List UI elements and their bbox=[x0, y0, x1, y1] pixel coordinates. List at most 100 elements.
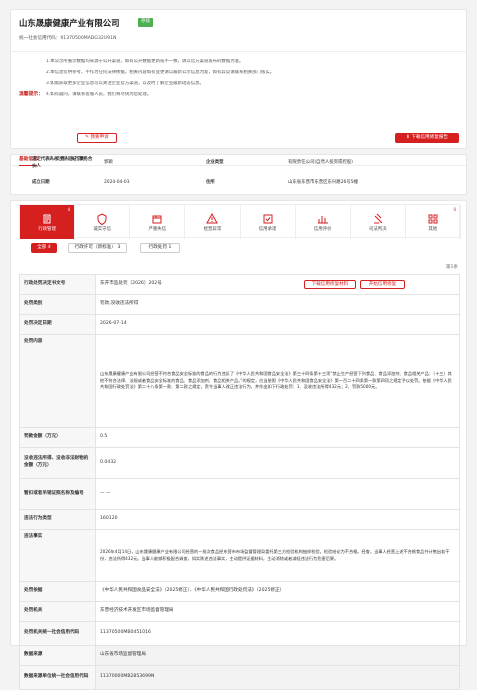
credit-code-value: 91370500MADG32U91N bbox=[60, 36, 117, 41]
abnormal-icon bbox=[206, 213, 219, 224]
company-type-label: 企业类型 bbox=[206, 160, 224, 166]
status-badge: 存续 bbox=[138, 18, 154, 27]
tab-label: 司法判决 bbox=[369, 227, 387, 232]
row-label: 处罚机关 bbox=[19, 601, 96, 622]
download-report-button[interactable]: ⬇ 下载信用修复报告 bbox=[395, 133, 459, 143]
tab-other[interactable]: 其他 0 bbox=[406, 205, 461, 239]
tab-commitment[interactable]: 信用承诺 bbox=[241, 205, 296, 239]
sub-tab-penalty-label: 行政处罚 bbox=[148, 245, 167, 250]
notice-line-2: 2.本信息仅供参考，不作为任何法律依据，相关内容如有变更请以最新公示信息为准，如… bbox=[46, 70, 275, 75]
row-value: 11370000MB2853699N bbox=[95, 665, 460, 690]
table-row: 数据来源单位统一社会信用代码 11370000MB2853699N bbox=[19, 665, 460, 690]
row-label: 处罚决定日期 bbox=[19, 314, 96, 335]
notice-line-4: 4.如有疑问，请联系客服人员，我们将尽快为您处理。 bbox=[46, 92, 152, 97]
tab-label: 信用评价 bbox=[313, 227, 332, 232]
row-value: 东开市监处罚〔2026〕202号 bbox=[100, 281, 162, 287]
row-value: 山东晟康健康产业有限公司经营不符合食品安全标准的食品的行为违反了《中华人民共和国… bbox=[95, 334, 460, 428]
sub-tab-license-label: 行政许可（新标准） bbox=[74, 245, 116, 250]
tab-label: 严重失信 bbox=[148, 227, 167, 232]
row-label: 处罚内容 bbox=[19, 334, 96, 428]
table-row: 违法行为类型 160120 bbox=[19, 509, 460, 530]
tab-label: 行政管理 bbox=[38, 227, 56, 232]
row-value: 东营经济技术开发区市场监督管理局 bbox=[95, 601, 460, 622]
row-label: 罚款金额（万元） bbox=[19, 427, 96, 448]
tab-judgment[interactable]: 司法判决 bbox=[351, 205, 406, 239]
table-row: 暂扣或者吊销证照名称及编号 — — bbox=[19, 478, 460, 510]
founded-label: 成立日期 bbox=[32, 180, 50, 186]
page-indicator: 第1条 bbox=[445, 265, 458, 270]
tab-admin[interactable]: 行政管理 4 bbox=[20, 205, 76, 239]
record-table: 行政处罚决定书文号 东开市监处罚〔2026〕202号 下载信用修复材料 开始信用… bbox=[19, 274, 460, 690]
row-value: 0.5 bbox=[95, 427, 460, 448]
row-value: — — bbox=[95, 478, 460, 510]
download-report-label: 下载信用修复报告 bbox=[411, 135, 449, 140]
table-row: 处罚决定日期 2026-07-14 bbox=[19, 314, 460, 335]
row-value: 11370500MB0451016 bbox=[95, 621, 460, 646]
row-value: 2026年4月14日，山东晟康健康产业有限公司经营的一批次食品经东营市市场监督管… bbox=[95, 529, 460, 582]
sub-tab-all-count: 4 bbox=[47, 245, 51, 250]
tab-honesty[interactable]: 诚实守信 bbox=[75, 205, 131, 239]
tab-badge: 4 bbox=[67, 207, 71, 212]
sub-tab-license[interactable]: 行政许可（新标准） 3 bbox=[68, 243, 127, 253]
evaluation-icon bbox=[317, 216, 328, 224]
tab-label: 诚实守信 bbox=[93, 227, 111, 232]
basic-info-grid: 法定代表人/负责人/执行事务合伙人 郭颖 企业类型 有限责任公司(自然人投资或控… bbox=[28, 151, 449, 191]
table-row: 没收违法所得、没收非法财物的金额（万元） 0.0432 bbox=[19, 447, 460, 479]
row-label: 行政处罚决定书文号 bbox=[19, 274, 96, 295]
table-row: 处罚依据 《中华人民共和国食品安全法》（2025修正）、《中华人民共和国行政处罚… bbox=[19, 581, 460, 602]
judgment-icon bbox=[373, 213, 383, 224]
tab-serious-dishonest[interactable]: 严重失信 bbox=[130, 205, 186, 239]
notice-line-3: 3.如需获取更多企业信息可以关注企业官方渠道，以及时了解企业最新动态信息。 bbox=[46, 81, 204, 86]
row-value: 罚款;没收违法所得 bbox=[95, 294, 460, 315]
download-material-button[interactable]: 下载信用修复材料 bbox=[304, 280, 356, 289]
table-row: 处罚机关 东营经济技术开发区市场监督管理局 bbox=[19, 601, 460, 622]
row-value: 2026-07-14 bbox=[95, 314, 460, 335]
row-value: 山东省市场监督管理局 bbox=[95, 645, 460, 666]
row-value: 0.0432 bbox=[95, 447, 460, 479]
sub-tab-license-count: 3 bbox=[117, 245, 121, 250]
appeal-button-label: 我要申诉 bbox=[90, 135, 109, 140]
start-repair-button[interactable]: 开始信用修复 bbox=[360, 280, 405, 289]
sub-tab-penalty[interactable]: 行政处罚 1 bbox=[140, 243, 180, 253]
category-tabs: 行政管理 4 诚实守信 严重失信 经营异常 信用承诺 信用评价 司法判决 其他 0 bbox=[19, 204, 461, 239]
company-header-card: 山东晟康健康产业有限公司 存续 统一社会信用代码：91370500MADG32U… bbox=[10, 9, 467, 149]
tab-label: 其他 bbox=[428, 227, 438, 232]
tab-evaluation[interactable]: 信用评价 bbox=[296, 205, 351, 239]
row-value: 160120 bbox=[95, 509, 460, 530]
tab-abnormal[interactable]: 经营异常 bbox=[185, 205, 241, 239]
row-label: 数据来源单位统一社会信用代码 bbox=[19, 665, 96, 690]
row-value: 《中华人民共和国食品安全法》（2025修正）、《中华人民共和国行政处罚法》（20… bbox=[95, 581, 460, 602]
commitment-icon bbox=[263, 214, 273, 224]
company-type-value: 有限责任公司(自然人投资或控股) bbox=[288, 160, 353, 166]
tab-label: 经营异常 bbox=[203, 227, 222, 232]
sub-tab-all[interactable]: 全部 4 bbox=[31, 243, 57, 253]
notice-box: 温馨提示： 1.本公示所展示数据均来源于公开渠道，如有公开数据更新或不一致，请以… bbox=[19, 59, 460, 129]
other-icon bbox=[428, 214, 438, 224]
legal-rep-label: 法定代表人/负责人/执行事务合伙人 bbox=[32, 157, 93, 169]
record-detail: 行政处罚决定书文号 东开市监处罚〔2026〕202号 下载信用修复材料 开始信用… bbox=[19, 274, 460, 690]
serious-dishonest-icon bbox=[152, 215, 162, 224]
company-name: 山东晟康健康产业有限公司 bbox=[19, 18, 120, 28]
sub-tab-all-label: 全部 bbox=[37, 245, 47, 250]
table-row: 行政处罚决定书文号 东开市监处罚〔2026〕202号 下载信用修复材料 开始信用… bbox=[19, 274, 460, 295]
credit-code-line: 统一社会信用代码：91370500MADG32U91N bbox=[19, 36, 116, 43]
row-label: 处罚机关统一社会信用代码 bbox=[19, 621, 96, 646]
appeal-button[interactable]: ✎ 我要申诉 bbox=[77, 133, 117, 143]
founded-value: 2024-04-03 bbox=[104, 180, 130, 186]
tab-badge: 0 bbox=[453, 207, 456, 212]
honesty-icon bbox=[97, 213, 107, 225]
tab-label: 信用承诺 bbox=[258, 227, 277, 232]
row-label: 处罚类别 bbox=[19, 294, 96, 315]
legal-rep-value: 郭颖 bbox=[104, 160, 113, 166]
row-label: 数据来源 bbox=[19, 645, 96, 666]
table-row: 处罚类别 罚款;没收违法所得 bbox=[19, 294, 460, 315]
row-label: 处罚依据 bbox=[19, 581, 96, 602]
records-card: 行政管理 4 诚实守信 严重失信 经营异常 信用承诺 信用评价 司法判决 其他 0 全部 4 行政… bbox=[10, 200, 467, 690]
sub-tab-penalty-count: 1 bbox=[168, 245, 172, 250]
address-label: 住所 bbox=[206, 180, 215, 186]
notice-line-1: 1.本公示所展示数据均来源于公开渠道，如有公开数据更新或不一致，请以官方渠道发布… bbox=[46, 59, 244, 64]
row-label: 没收违法所得、没收非法财物的金额（万元） bbox=[19, 447, 96, 479]
admin-icon bbox=[43, 214, 51, 224]
notice-label: 温馨提示： bbox=[19, 92, 43, 97]
row-label: 违法事实 bbox=[19, 529, 96, 582]
